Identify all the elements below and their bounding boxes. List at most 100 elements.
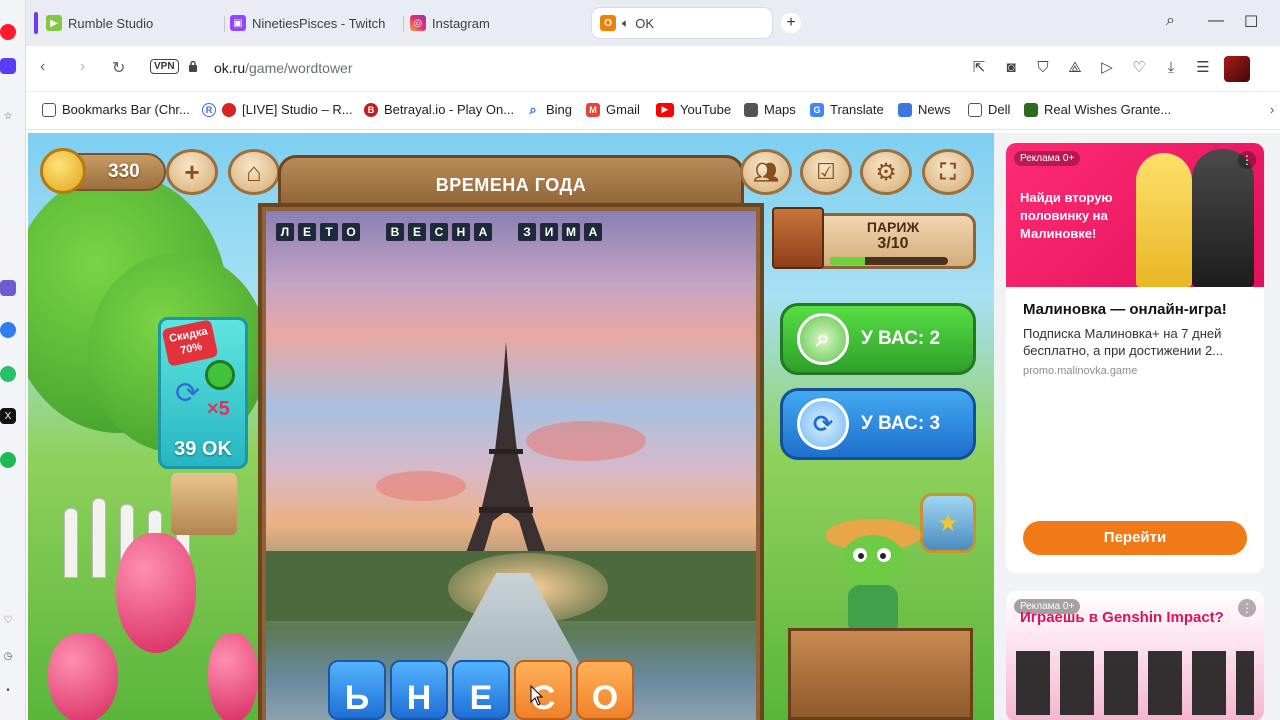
bookmark-label: News — [918, 102, 951, 117]
ad-menu-icon[interactable]: ⋮ — [1238, 599, 1256, 617]
bookmark-item[interactable]: M Gmail — [586, 102, 640, 117]
shuffle-icon: ⟳ — [175, 377, 201, 410]
bookmark-item[interactable]: ▶ YouTube — [656, 102, 731, 117]
download-icon[interactable]: ⤓ — [1162, 59, 1180, 77]
letter-tile[interactable]: О — [576, 660, 634, 720]
tab-title: Rumble Studio — [68, 15, 154, 31]
camera-icon[interactable]: ◙ — [1002, 59, 1020, 77]
menu-icon[interactable]: ☰ — [1194, 59, 1212, 77]
tab-instagram[interactable]: ◎ Instagram — [402, 8, 592, 38]
reload-icon[interactable]: ↻ — [112, 58, 125, 78]
folder-icon — [42, 102, 56, 117]
sale-multiplier: ×5 — [207, 398, 230, 420]
ad-card-malinovka[interactable]: Реклама 0+ ⋮ Найди вторую половинку на М… — [1006, 143, 1264, 573]
bookmark-item[interactable]: Bookmarks Bar (Chr... — [42, 102, 190, 117]
city-progress: 3/10 — [877, 235, 909, 252]
bookmark-item[interactable]: Maps — [744, 102, 796, 117]
shield-icon[interactable]: ⛉ — [1034, 59, 1052, 77]
bookmark-label: Betrayal.io - Play On... — [384, 102, 515, 117]
bookmark-item[interactable]: Real Wishes Grante... — [1024, 102, 1171, 117]
letter-tile[interactable]: Н — [390, 660, 448, 720]
ad-person — [1136, 153, 1192, 287]
settings-button[interactable]: ⚙ — [860, 149, 912, 195]
youtube-icon: ▶ — [656, 102, 674, 117]
x-icon[interactable]: X — [0, 408, 16, 424]
letter-tile[interactable]: Ь — [328, 660, 386, 720]
ad-description: Подписка Малиновка+ на 7 дней бесплатно,… — [1023, 326, 1224, 358]
folder-icon — [968, 102, 982, 117]
share-icon[interactable]: ⇱ — [970, 59, 988, 77]
heart-icon[interactable]: ♡ — [1130, 59, 1148, 77]
bookmark-item[interactable]: ⌕ Bing — [526, 102, 572, 118]
ad-cta-button[interactable]: Перейти — [1023, 521, 1247, 555]
spotify-icon[interactable] — [0, 452, 16, 468]
more-icon[interactable]: • — [0, 682, 16, 698]
game-canvas[interactable]: 330 + ⌂ Скидка 70% ⟳ ×5 39 OK ВРЕМЕНА ГО… — [28, 133, 994, 720]
avatar[interactable] — [1224, 56, 1250, 82]
opera-logo-icon[interactable] — [0, 24, 16, 40]
shuffle-button[interactable]: ⟳ У ВАС: 3 — [780, 388, 976, 460]
found-word: ЛЕТО — [276, 223, 360, 241]
r-circle-icon: R — [202, 102, 216, 117]
bookmark-item[interactable]: B Betrayal.io - Play On... — [364, 102, 514, 117]
add-coins-button[interactable]: + — [166, 149, 218, 195]
ad-menu-icon[interactable]: ⋮ — [1238, 151, 1256, 169]
ad-card-genshin[interactable]: Реклама 0+ ⋮ Играешь в Genshin Impact? — [1006, 591, 1264, 720]
bookmarks-overflow-icon[interactable]: › — [1270, 102, 1274, 117]
aria-icon[interactable]: ⟁ — [1066, 59, 1084, 77]
tab-twitch[interactable]: ▣ NinetiesPisces - Twitch — [222, 8, 400, 38]
whatsapp-icon[interactable] — [0, 366, 16, 382]
shuffle-icon: ⟳ — [797, 398, 849, 450]
star-badge-button[interactable]: ★ — [920, 493, 976, 553]
shuffle-count: У ВАС: 3 — [861, 413, 941, 434]
url-field[interactable]: ok.ru/game/wordtower — [214, 60, 353, 76]
bookmark-label: YouTube — [680, 102, 732, 117]
city-progress-fill — [830, 257, 866, 265]
magnifier-icon — [205, 360, 235, 390]
back-icon[interactable]: ‹ — [40, 58, 45, 76]
heart-icon[interactable]: ♡ — [0, 612, 16, 628]
bookmark-item[interactable]: R [LIVE] Studio – R... — [202, 102, 353, 117]
star-icon[interactable]: ☆ — [0, 108, 16, 124]
bookmarks-bar: Bookmarks Bar (Chr... R [LIVE] Studio – R… — [26, 92, 1280, 130]
bookmark-item[interactable]: Dell — [968, 102, 1010, 117]
twitch-icon: ▣ — [230, 15, 246, 31]
new-tab-button[interactable]: + — [781, 13, 801, 33]
ad-image[interactable]: Реклама 0+ ⋮ Играешь в Genshin Impact? — [1006, 591, 1264, 720]
sidebar-app-icon[interactable] — [0, 280, 16, 296]
mouse-cursor-icon — [530, 685, 544, 706]
friends-button[interactable]: 👥︎ — [740, 149, 792, 195]
sale-offer-card[interactable]: Скидка 70% ⟳ ×5 39 OK — [158, 317, 248, 469]
forward-icon[interactable]: › — [80, 58, 85, 76]
rumble-icon: ▶ — [46, 15, 62, 31]
home-icon[interactable] — [0, 58, 16, 74]
ok-icon: О — [600, 15, 616, 31]
maximize-icon[interactable]: ☐ — [1244, 12, 1258, 32]
fullscreen-button[interactable]: ⛶ — [922, 149, 974, 195]
found-word: ВЕСНА — [386, 223, 492, 241]
tab-ok[interactable]: О 🔈︎ OK — [592, 8, 772, 38]
search-tabs-icon[interactable]: ⌕ — [1166, 12, 1175, 30]
speaker-icon[interactable]: 🔈︎ — [622, 16, 629, 31]
history-icon[interactable]: ◷ — [0, 648, 16, 664]
bookmark-item[interactable]: G Translate — [810, 102, 884, 117]
play-icon[interactable]: ▷ — [1098, 59, 1116, 77]
letter-tile[interactable]: Е — [452, 660, 510, 720]
bookmark-label: Dell — [988, 102, 1011, 117]
home-button[interactable]: ⌂ — [228, 149, 280, 195]
bookmark-item[interactable]: News — [898, 102, 951, 117]
messenger-icon[interactable] — [0, 322, 16, 338]
hint-count: У ВАС: 2 — [861, 328, 941, 349]
ad-title[interactable]: Малиновка — онлайн-игра! — [1023, 301, 1227, 318]
minimize-icon[interactable]: — — [1208, 12, 1224, 30]
sale-tag: Скидка 70% — [161, 319, 219, 367]
ad-image[interactable]: Реклама 0+ ⋮ Найди вторую половинку на М… — [1006, 143, 1264, 287]
book-icon — [772, 207, 824, 269]
eiffel-tower-shape — [463, 341, 549, 561]
maps-icon — [744, 102, 758, 117]
vpn-badge[interactable]: VPN — [150, 59, 179, 74]
hint-button[interactable]: ⌕ У ВАС: 2 — [780, 303, 976, 375]
tab-rumble[interactable]: ▶ Rumble Studio — [38, 8, 218, 38]
daily-tasks-button[interactable]: ☑ — [800, 149, 852, 195]
lock-icon[interactable] — [188, 60, 198, 72]
